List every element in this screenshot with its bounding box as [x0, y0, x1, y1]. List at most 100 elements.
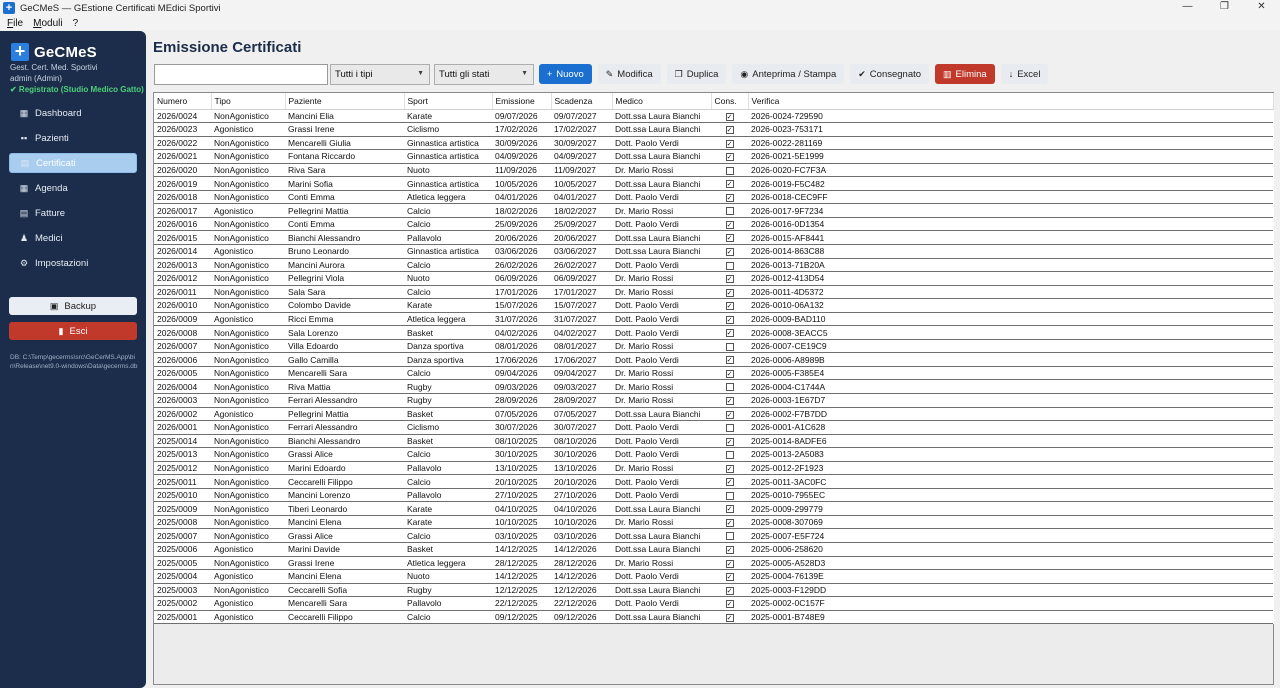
delivered-checkbox[interactable] [725, 342, 734, 351]
delivered-checkbox[interactable]: ✓ [725, 356, 734, 365]
preview-print-button[interactable]: ◉ Anteprima / Stampa [732, 64, 845, 84]
table-row[interactable]: 2025/0003 NonAgonistico Ceccarelli Sofia Ru… [154, 583, 1273, 598]
delivered-checkbox[interactable]: ✓ [725, 234, 734, 243]
delivered-checkbox[interactable] [725, 207, 734, 216]
sidebar-item-impostazioni[interactable]: ⚙ Impostazioni [9, 253, 137, 273]
table-row[interactable]: 2026/0018 NonAgonistico Conti Emma Atletica… [154, 190, 1273, 205]
delivered-checkbox[interactable]: ✓ [725, 126, 734, 135]
table-row[interactable]: 2026/0014 Agonistico Bruno Leonardo Ginnast… [154, 244, 1273, 259]
table-row[interactable]: 2026/0022 NonAgonistico Mencarelli Giulia G… [154, 136, 1273, 151]
delivered-checkbox[interactable]: ✓ [725, 247, 734, 256]
column-header[interactable]: Medico [612, 93, 712, 110]
sidebar-item-fatture[interactable]: ▤ Fatture [9, 203, 137, 223]
delivered-checkbox[interactable]: ✓ [725, 600, 734, 609]
delivered-checkbox[interactable]: ✓ [725, 546, 734, 555]
delivered-checkbox[interactable] [725, 383, 734, 392]
delivered-checkbox[interactable] [725, 424, 734, 433]
table-row[interactable]: 2026/0015 NonAgonistico Bianchi Alessandro… [154, 230, 1273, 245]
table-row[interactable]: 2025/0014 NonAgonistico Bianchi Alessandro… [154, 434, 1273, 449]
delivered-checkbox[interactable] [725, 261, 734, 270]
search-input[interactable] [154, 63, 328, 85]
table-row[interactable]: 2026/0004 NonAgonistico Riva Mattia Rugby 09… [154, 379, 1273, 394]
delivered-checkbox[interactable]: ✓ [725, 369, 734, 378]
table-row[interactable]: 2026/0024 NonAgonistico Mancini Elia Karate… [154, 109, 1273, 124]
table-row[interactable]: 2026/0011 NonAgonistico Sala Sara Calcio 17/… [154, 285, 1273, 300]
table-row[interactable]: 2026/0005 NonAgonistico Mencarelli Sara Cal… [154, 366, 1273, 381]
type-filter-select[interactable]: Tutti i tipi ▼ [330, 63, 430, 85]
delete-button[interactable]: ▥ Elimina [935, 64, 995, 84]
table-row[interactable]: 2026/0013 NonAgonistico Mancini Aurora Calc… [154, 258, 1273, 273]
column-header[interactable]: Sport [404, 93, 493, 110]
exit-button[interactable]: ▮ Esci [9, 322, 137, 340]
delivered-checkbox[interactable]: ✓ [725, 220, 734, 229]
sidebar-item-certificati[interactable]: ▤ Certificati [9, 153, 137, 173]
delivered-button[interactable]: ✔ Consegnato [850, 64, 930, 84]
table-row[interactable]: 2025/0010 NonAgonistico Mancini Lorenzo Pal… [154, 488, 1273, 503]
delivered-checkbox[interactable]: ✓ [725, 518, 734, 527]
delivered-checkbox[interactable]: ✓ [725, 139, 734, 148]
delivered-checkbox[interactable]: ✓ [725, 180, 734, 189]
table-row[interactable]: 2026/0008 NonAgonistico Sala Lorenzo Basket… [154, 325, 1273, 340]
close-button[interactable]: ✕ [1243, 0, 1280, 16]
delivered-checkbox[interactable]: ✓ [725, 437, 734, 446]
table-row[interactable]: 2026/0007 NonAgonistico Villa Edoardo Danza… [154, 339, 1273, 354]
table-row[interactable]: 2026/0021 NonAgonistico Fontana Riccardo Gi… [154, 149, 1273, 164]
table-row[interactable]: 2026/0023 Agonistico Grassi Irene Ciclismo 1… [154, 122, 1273, 137]
delivered-checkbox[interactable]: ✓ [725, 505, 734, 514]
sidebar-item-dashboard[interactable]: ▦ Dashboard [9, 103, 137, 123]
table-row[interactable]: 2025/0005 NonAgonistico Grassi Irene Atleti… [154, 556, 1273, 571]
column-header[interactable]: Cons. [711, 93, 749, 110]
table-row[interactable]: 2025/0012 NonAgonistico Marini Edoardo Pall… [154, 461, 1273, 476]
delivered-checkbox[interactable]: ✓ [725, 586, 734, 595]
table-row[interactable]: 2025/0002 Agonistico Mencarelli Sara Pallav… [154, 596, 1273, 611]
excel-export-button[interactable]: ↓ Excel [1000, 64, 1049, 84]
delivered-checkbox[interactable]: ✓ [725, 573, 734, 582]
table-row[interactable]: 2026/0009 Agonistico Ricci Emma Atletica le… [154, 312, 1273, 327]
table-row[interactable]: 2026/0002 Agonistico Pellegrini Mattia Bask… [154, 407, 1273, 422]
delivered-checkbox[interactable]: ✓ [725, 464, 734, 473]
delivered-checkbox[interactable] [725, 166, 734, 175]
table-row[interactable]: 2026/0016 NonAgonistico Conti Emma Calcio 25… [154, 217, 1273, 232]
delivered-checkbox[interactable]: ✓ [725, 275, 734, 284]
delivered-checkbox[interactable] [725, 532, 734, 541]
certificates-grid[interactable]: Numero Tipo Paziente Sport Emissione Sca… [153, 92, 1274, 685]
delivered-checkbox[interactable]: ✓ [725, 153, 734, 162]
delivered-checkbox[interactable] [725, 451, 734, 460]
table-row[interactable]: 2025/0007 NonAgonistico Grassi Alice Calcio… [154, 528, 1273, 543]
column-header[interactable]: Scadenza [551, 93, 613, 110]
column-header[interactable]: Verifica [748, 93, 1274, 110]
state-filter-select[interactable]: Tutti gli stati ▼ [434, 63, 534, 85]
table-row[interactable]: 2025/0013 NonAgonistico Grassi Alice Calcio… [154, 447, 1273, 462]
menu-file[interactable]: File [7, 18, 23, 29]
delivered-checkbox[interactable]: ✓ [725, 613, 734, 622]
delivered-checkbox[interactable]: ✓ [725, 112, 734, 121]
maximize-button[interactable]: ❐ [1206, 0, 1243, 16]
minimize-button[interactable]: — [1169, 0, 1206, 16]
table-row[interactable]: 2026/0003 NonAgonistico Ferrari Alessandro… [154, 393, 1273, 408]
delivered-checkbox[interactable]: ✓ [725, 329, 734, 338]
delivered-checkbox[interactable]: ✓ [725, 315, 734, 324]
table-row[interactable]: 2026/0019 NonAgonistico Marini Sofia Ginnas… [154, 176, 1273, 191]
sidebar-item-agenda[interactable]: ▦ Agenda [9, 178, 137, 198]
menu-help[interactable]: ? [73, 18, 79, 29]
sidebar-item-pazienti[interactable]: ▪▪ Pazienti [9, 128, 137, 148]
column-header[interactable]: Emissione [492, 93, 552, 110]
table-row[interactable]: 2026/0001 NonAgonistico Ferrari Alessandro… [154, 420, 1273, 435]
table-row[interactable]: 2025/0006 Agonistico Marini Davide Basket 14… [154, 542, 1273, 557]
table-row[interactable]: 2025/0001 Agonistico Ceccarelli Filippo Cal… [154, 610, 1273, 625]
table-row[interactable]: 2025/0011 NonAgonistico Ceccarelli Filippo… [154, 474, 1273, 489]
delivered-checkbox[interactable]: ✓ [725, 397, 734, 405]
column-header[interactable]: Numero [154, 93, 212, 110]
delivered-checkbox[interactable]: ✓ [725, 559, 734, 568]
delivered-checkbox[interactable] [725, 491, 734, 500]
backup-button[interactable]: ▣ Backup [9, 297, 137, 315]
table-row[interactable]: 2026/0020 NonAgonistico Riva Sara Nuoto 11/0… [154, 163, 1273, 178]
edit-button[interactable]: ✎ Modifica [597, 64, 661, 84]
column-header[interactable]: Paziente [285, 93, 405, 110]
table-row[interactable]: 2026/0006 NonAgonistico Gallo Camilla Danza… [154, 352, 1273, 367]
delivered-checkbox[interactable]: ✓ [725, 288, 734, 297]
new-button[interactable]: + Nuovo [539, 64, 592, 84]
table-row[interactable]: 2025/0004 Agonistico Mancini Elena Nuoto 14/… [154, 569, 1273, 584]
delivered-checkbox[interactable]: ✓ [725, 478, 734, 487]
table-row[interactable]: 2026/0010 NonAgonistico Colombo Davide Kara… [154, 298, 1273, 313]
